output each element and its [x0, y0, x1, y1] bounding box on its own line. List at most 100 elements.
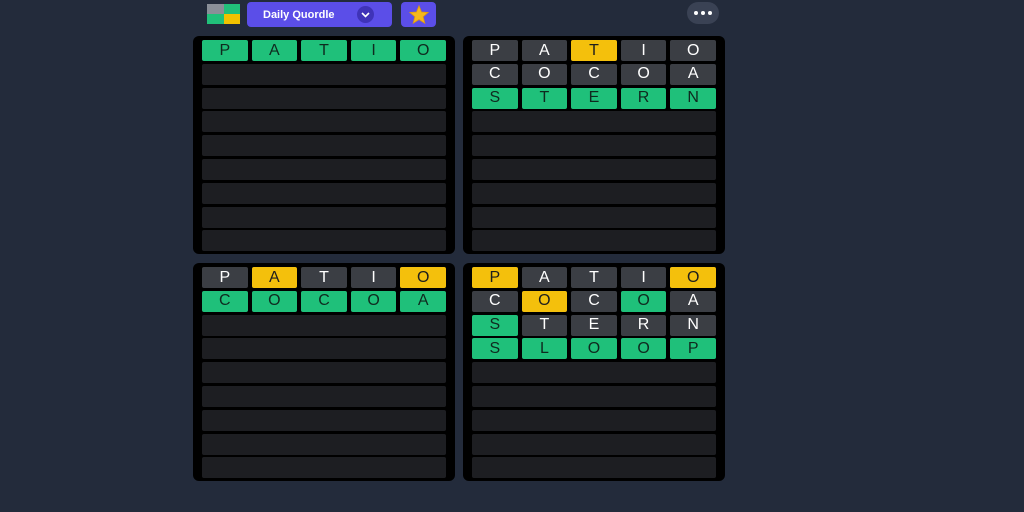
- letter-tile: T: [301, 40, 347, 61]
- letter-tile: O: [251, 290, 298, 312]
- letter-tile: C: [202, 290, 248, 312]
- board-bottom-left[interactable]: PATIOCOCOA: [193, 263, 455, 481]
- letter-tile: A: [521, 40, 568, 61]
- letter-tile: C: [472, 290, 518, 312]
- guess-row: PATIO: [202, 267, 446, 288]
- letter-tile: O: [670, 267, 716, 288]
- letter-tile: I: [620, 40, 667, 61]
- header-bar: Daily Quordle: [0, 0, 1024, 30]
- empty-row: [202, 111, 446, 133]
- letter-tile: A: [251, 267, 298, 288]
- letter-tile: I: [350, 267, 397, 288]
- letter-tile: C: [472, 63, 518, 85]
- empty-row: [472, 433, 716, 455]
- empty-row: [202, 135, 446, 157]
- quordle-logo[interactable]: [207, 4, 240, 24]
- empty-row: [472, 182, 716, 204]
- guess-row: PATIO: [202, 40, 446, 61]
- letter-tile: O: [670, 40, 716, 61]
- empty-row: [202, 385, 446, 407]
- empty-row: [202, 409, 446, 431]
- empty-row: [202, 206, 446, 228]
- letter-tile: E: [571, 314, 617, 336]
- letter-tile: N: [670, 314, 716, 336]
- letter-tile: T: [571, 40, 617, 61]
- empty-row: [202, 158, 446, 180]
- empty-row: [472, 457, 716, 479]
- letter-tile: O: [350, 290, 397, 312]
- empty-row: [202, 63, 446, 85]
- empty-row: [202, 433, 446, 455]
- logo-quadrant: [223, 4, 240, 14]
- letter-tile: P: [202, 267, 248, 288]
- empty-row: [202, 314, 446, 336]
- empty-row: [202, 182, 446, 204]
- letter-tile: O: [620, 63, 667, 85]
- chevron-down-icon: [357, 6, 374, 23]
- letter-tile: O: [521, 290, 568, 312]
- star-icon: [408, 5, 429, 24]
- board-bottom-right[interactable]: PATIOCOCOASTERNSLOOP: [463, 263, 725, 481]
- letter-tile: C: [571, 63, 617, 85]
- guess-row: COCOA: [472, 63, 716, 85]
- letter-tile: R: [620, 314, 667, 336]
- letter-tile: O: [521, 63, 568, 85]
- letter-tile: T: [571, 267, 617, 288]
- letter-tile: T: [521, 314, 568, 336]
- game-mode-dropdown[interactable]: Daily Quordle: [247, 2, 392, 27]
- more-options-button[interactable]: [687, 2, 719, 24]
- guess-row: COCOA: [202, 290, 446, 312]
- empty-row: [472, 385, 716, 407]
- empty-row: [472, 409, 716, 431]
- letter-tile: I: [620, 267, 667, 288]
- empty-row: [202, 230, 446, 252]
- letter-tile: P: [472, 40, 518, 61]
- letter-tile: P: [670, 338, 716, 360]
- letter-tile: R: [620, 87, 667, 109]
- letter-tile: S: [472, 87, 518, 109]
- guess-row: STERN: [472, 314, 716, 336]
- letter-tile: T: [521, 87, 568, 109]
- letter-tile: O: [400, 267, 446, 288]
- empty-row: [472, 206, 716, 228]
- letter-tile: I: [350, 40, 397, 61]
- board-top-right[interactable]: PATIOCOCOASTERN: [463, 36, 725, 254]
- empty-row: [472, 362, 716, 384]
- letter-tile: O: [571, 338, 617, 360]
- game-mode-label: Daily Quordle: [263, 8, 335, 21]
- guess-row: SLOOP: [472, 338, 716, 360]
- empty-row: [472, 158, 716, 180]
- letter-tile: P: [202, 40, 248, 61]
- more-options-icon: [708, 11, 712, 15]
- letter-tile: A: [400, 290, 446, 312]
- letter-tile: E: [571, 87, 617, 109]
- letter-tile: O: [400, 40, 446, 61]
- empty-row: [472, 111, 716, 133]
- letter-tile: O: [620, 338, 667, 360]
- guess-row: COCOA: [472, 290, 716, 312]
- letter-tile: N: [670, 87, 716, 109]
- empty-row: [472, 230, 716, 252]
- board-top-left[interactable]: PATIO: [193, 36, 455, 254]
- empty-row: [202, 338, 446, 360]
- letter-tile: C: [571, 290, 617, 312]
- letter-tile: A: [670, 63, 716, 85]
- guess-row: PATIO: [472, 267, 716, 288]
- logo-quadrant: [207, 4, 224, 14]
- letter-tile: L: [521, 338, 568, 360]
- empty-row: [202, 457, 446, 479]
- letter-tile: C: [301, 290, 347, 312]
- empty-row: [202, 87, 446, 109]
- logo-quadrant: [223, 14, 240, 24]
- empty-row: [202, 362, 446, 384]
- guess-row: PATIO: [472, 40, 716, 61]
- practice-star-button[interactable]: [401, 2, 436, 27]
- letter-tile: A: [251, 40, 298, 61]
- letter-tile: P: [472, 267, 518, 288]
- logo-quadrant: [207, 14, 224, 24]
- letter-tile: A: [670, 290, 716, 312]
- empty-row: [472, 135, 716, 157]
- letter-tile: O: [620, 290, 667, 312]
- more-options-icon: [701, 11, 705, 15]
- letter-tile: A: [521, 267, 568, 288]
